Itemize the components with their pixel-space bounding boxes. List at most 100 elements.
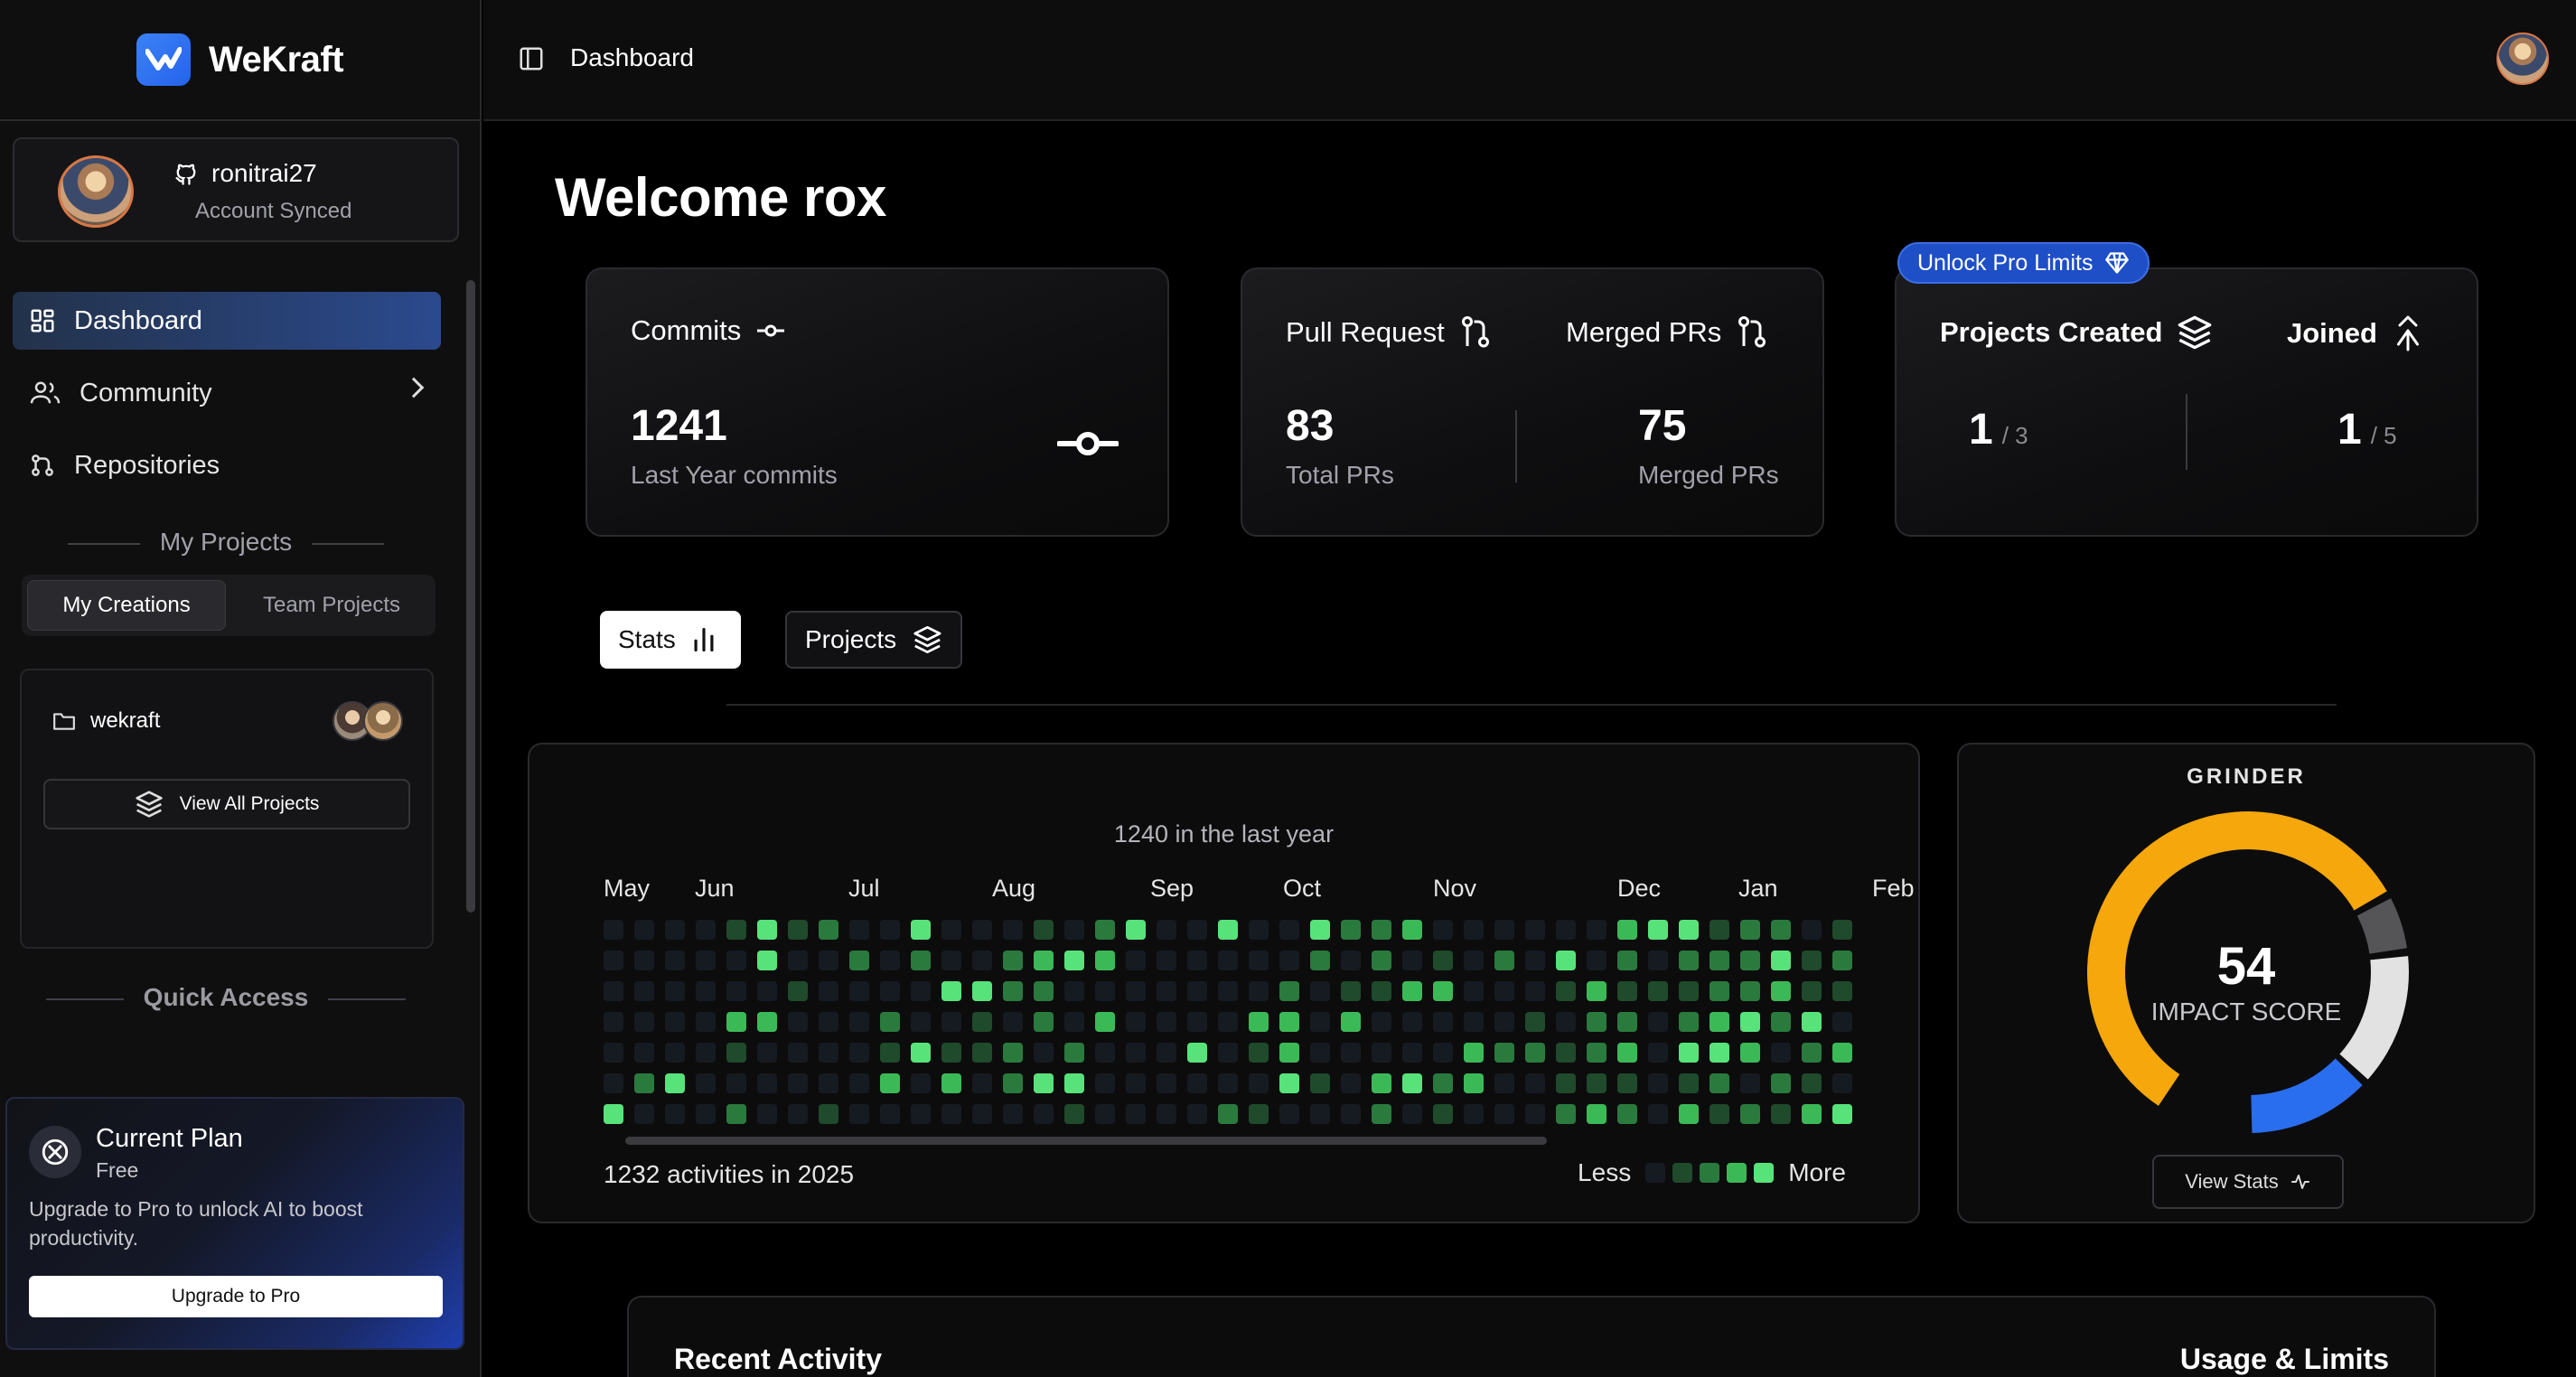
heatmap-cell[interactable]	[1064, 981, 1084, 1001]
heatmap-cell[interactable]	[1187, 951, 1207, 970]
heatmap-cell[interactable]	[1095, 951, 1115, 970]
heatmap-cell[interactable]	[1771, 1012, 1791, 1032]
scrollbar-thumb[interactable]	[625, 1137, 1547, 1145]
heatmap-cell[interactable]	[972, 1104, 992, 1124]
heatmap-cell[interactable]	[1249, 951, 1269, 970]
heatmap-cell[interactable]	[1464, 981, 1484, 1001]
heatmap-cell[interactable]	[1771, 1043, 1791, 1063]
heatmap-cell[interactable]	[1433, 920, 1453, 940]
heatmap-cell[interactable]	[1249, 1012, 1269, 1032]
heatmap-cell[interactable]	[1617, 1012, 1637, 1032]
heatmap-cell[interactable]	[1556, 1073, 1576, 1093]
heatmap-cell[interactable]	[911, 920, 931, 940]
heatmap-cell[interactable]	[1740, 981, 1760, 1001]
heatmap-cell[interactable]	[819, 951, 838, 970]
heatmap-cell[interactable]	[1126, 1073, 1146, 1093]
heatmap-cell[interactable]	[1802, 1012, 1822, 1032]
heatmap-cell[interactable]	[1525, 981, 1545, 1001]
heatmap-cell[interactable]	[1249, 920, 1269, 940]
heatmap-cell[interactable]	[849, 920, 869, 940]
heatmap-cell[interactable]	[1556, 951, 1576, 970]
heatmap-cell[interactable]	[1034, 951, 1054, 970]
heatmap-cell[interactable]	[1648, 951, 1668, 970]
heatmap-cell[interactable]	[1740, 951, 1760, 970]
heatmap-cell[interactable]	[1218, 951, 1238, 970]
heatmap-cell[interactable]	[634, 1104, 654, 1124]
heatmap-cell[interactable]	[1341, 1073, 1361, 1093]
heatmap-cell[interactable]	[1187, 1104, 1207, 1124]
heatmap-cell[interactable]	[1310, 1043, 1330, 1063]
heatmap-cell[interactable]	[849, 1043, 869, 1063]
sidebar-toggle-icon[interactable]	[518, 45, 545, 77]
heatmap-cell[interactable]	[1832, 1104, 1852, 1124]
heatmap-cell[interactable]	[849, 1104, 869, 1124]
heatmap-cell[interactable]	[1095, 1012, 1115, 1032]
heatmap-cell[interactable]	[1648, 1043, 1668, 1063]
heatmap-cell[interactable]	[1464, 920, 1484, 940]
heatmap-cell[interactable]	[1832, 920, 1852, 940]
heatmap-cell[interactable]	[1372, 951, 1391, 970]
heatmap-cell[interactable]	[1064, 1043, 1084, 1063]
sidebar-item-repositories[interactable]: Repositories	[13, 436, 441, 494]
heatmap-cell[interactable]	[696, 981, 716, 1001]
heatmap-cell[interactable]	[1310, 1104, 1330, 1124]
heatmap-cell[interactable]	[1525, 1104, 1545, 1124]
heatmap-cell[interactable]	[1740, 1043, 1760, 1063]
heatmap-cell[interactable]	[1279, 920, 1299, 940]
heatmap-cell[interactable]	[1802, 1073, 1822, 1093]
sidebar-item-community[interactable]: Community	[13, 364, 441, 422]
heatmap-cell[interactable]	[1587, 1012, 1606, 1032]
heatmap-cell[interactable]	[1832, 1043, 1852, 1063]
heatmap-cell[interactable]	[757, 1043, 777, 1063]
heatmap-cell[interactable]	[1187, 1043, 1207, 1063]
heatmap-cell[interactable]	[1802, 981, 1822, 1001]
heatmap-cell[interactable]	[1832, 951, 1852, 970]
scrollbar-thumb[interactable]	[466, 280, 475, 913]
heatmap-cell[interactable]	[1433, 1043, 1453, 1063]
heatmap-cell[interactable]	[1126, 981, 1146, 1001]
heatmap-cell[interactable]	[1679, 1073, 1699, 1093]
heatmap-cell[interactable]	[1341, 1043, 1361, 1063]
heatmap-cell[interactable]	[634, 981, 654, 1001]
heatmap-cell[interactable]	[1556, 1043, 1576, 1063]
heatmap-cell[interactable]	[665, 1073, 685, 1093]
heatmap-cell[interactable]	[1249, 981, 1269, 1001]
heatmap-cell[interactable]	[911, 951, 931, 970]
heatmap-cell[interactable]	[1679, 1012, 1699, 1032]
heatmap-cell[interactable]	[757, 1073, 777, 1093]
heatmap-cell[interactable]	[1587, 951, 1606, 970]
heatmap-cell[interactable]	[1279, 1104, 1299, 1124]
heatmap-cell[interactable]	[1402, 1012, 1422, 1032]
quick-access-item[interactable]	[33, 1052, 231, 1064]
heatmap-cell[interactable]	[941, 1073, 961, 1093]
heatmap-cell[interactable]	[1402, 920, 1422, 940]
heatmap-cell[interactable]	[1710, 1012, 1729, 1032]
heatmap-cell[interactable]	[911, 1012, 931, 1032]
heatmap-cell[interactable]	[1064, 920, 1084, 940]
heatmap-cell[interactable]	[1556, 1012, 1576, 1032]
view-stats-button[interactable]: View Stats	[2152, 1155, 2344, 1209]
heatmap-cell[interactable]	[1003, 1043, 1023, 1063]
heatmap-cell[interactable]	[1679, 1104, 1699, 1124]
heatmap-cell[interactable]	[665, 1012, 685, 1032]
heatmap-cell[interactable]	[1556, 920, 1576, 940]
heatmap-cell[interactable]	[1034, 1043, 1054, 1063]
heatmap-cell[interactable]	[1126, 1104, 1146, 1124]
upgrade-to-pro-button[interactable]: Upgrade to Pro	[29, 1276, 443, 1317]
heatmap-cell[interactable]	[1003, 1073, 1023, 1093]
heatmap-cell[interactable]	[880, 1012, 900, 1032]
heatmap-cell[interactable]	[849, 981, 869, 1001]
heatmap-cell[interactable]	[1679, 920, 1699, 940]
heatmap-cell[interactable]	[604, 920, 623, 940]
tab-stats[interactable]: Stats	[600, 611, 741, 669]
heatmap-cell[interactable]	[1587, 1104, 1606, 1124]
heatmap-cell[interactable]	[1341, 920, 1361, 940]
heatmap-cell[interactable]	[1525, 920, 1545, 940]
heatmap-cell[interactable]	[1095, 1043, 1115, 1063]
heatmap-cell[interactable]	[1771, 1073, 1791, 1093]
heatmap-cell[interactable]	[1218, 1073, 1238, 1093]
heatmap-cell[interactable]	[1648, 920, 1668, 940]
avatar[interactable]	[2496, 33, 2549, 85]
heatmap-cell[interactable]	[1218, 920, 1238, 940]
heatmap-cell[interactable]	[1003, 920, 1023, 940]
